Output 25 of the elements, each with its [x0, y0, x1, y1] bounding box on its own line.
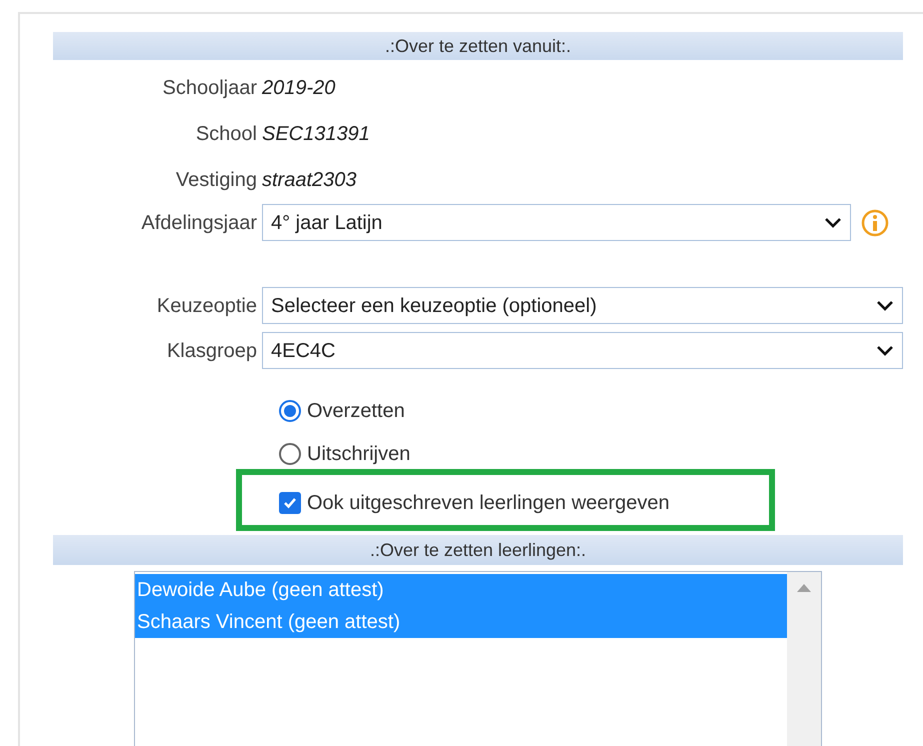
dropdown-select[interactable]: 4EC4C: [262, 332, 903, 369]
field-label: Keuzeoptie: [156, 294, 258, 318]
checkbox[interactable]: [279, 492, 301, 514]
field-label: Schooljaar: [161, 76, 258, 101]
field-label: Klasgroep: [166, 338, 258, 364]
radio-option[interactable]: Uitschrijven: [279, 432, 410, 475]
scroll-up-icon[interactable]: [797, 584, 811, 592]
field-value: straat2303: [262, 168, 357, 193]
chevron-down-icon: [824, 216, 842, 228]
field-label: School: [194, 122, 258, 147]
field-label: Afdelingsjaar: [140, 210, 258, 236]
field-value: 2019-20: [262, 76, 336, 101]
radio-button[interactable]: [279, 442, 301, 464]
dropdown-select[interactable]: 4° jaar Latijn: [262, 204, 851, 241]
dropdown-select[interactable]: Selecteer een keuzeoptie (optioneel): [262, 287, 903, 324]
checkbox-option[interactable]: Ook uitgeschreven leerlingen weergeven: [279, 488, 670, 518]
section-header: .:Over te zetten vanuit:.: [53, 32, 903, 60]
radio-button[interactable]: [279, 400, 301, 422]
field-label: Vestiging: [174, 168, 258, 193]
chevron-down-icon: [876, 344, 894, 356]
section-header: .:Over te zetten leerlingen:.: [53, 535, 903, 565]
field-value: SEC131391: [262, 122, 370, 147]
chevron-down-icon: [876, 300, 894, 312]
scrollbar[interactable]: [787, 572, 821, 746]
radio-option[interactable]: Overzetten: [279, 389, 405, 432]
